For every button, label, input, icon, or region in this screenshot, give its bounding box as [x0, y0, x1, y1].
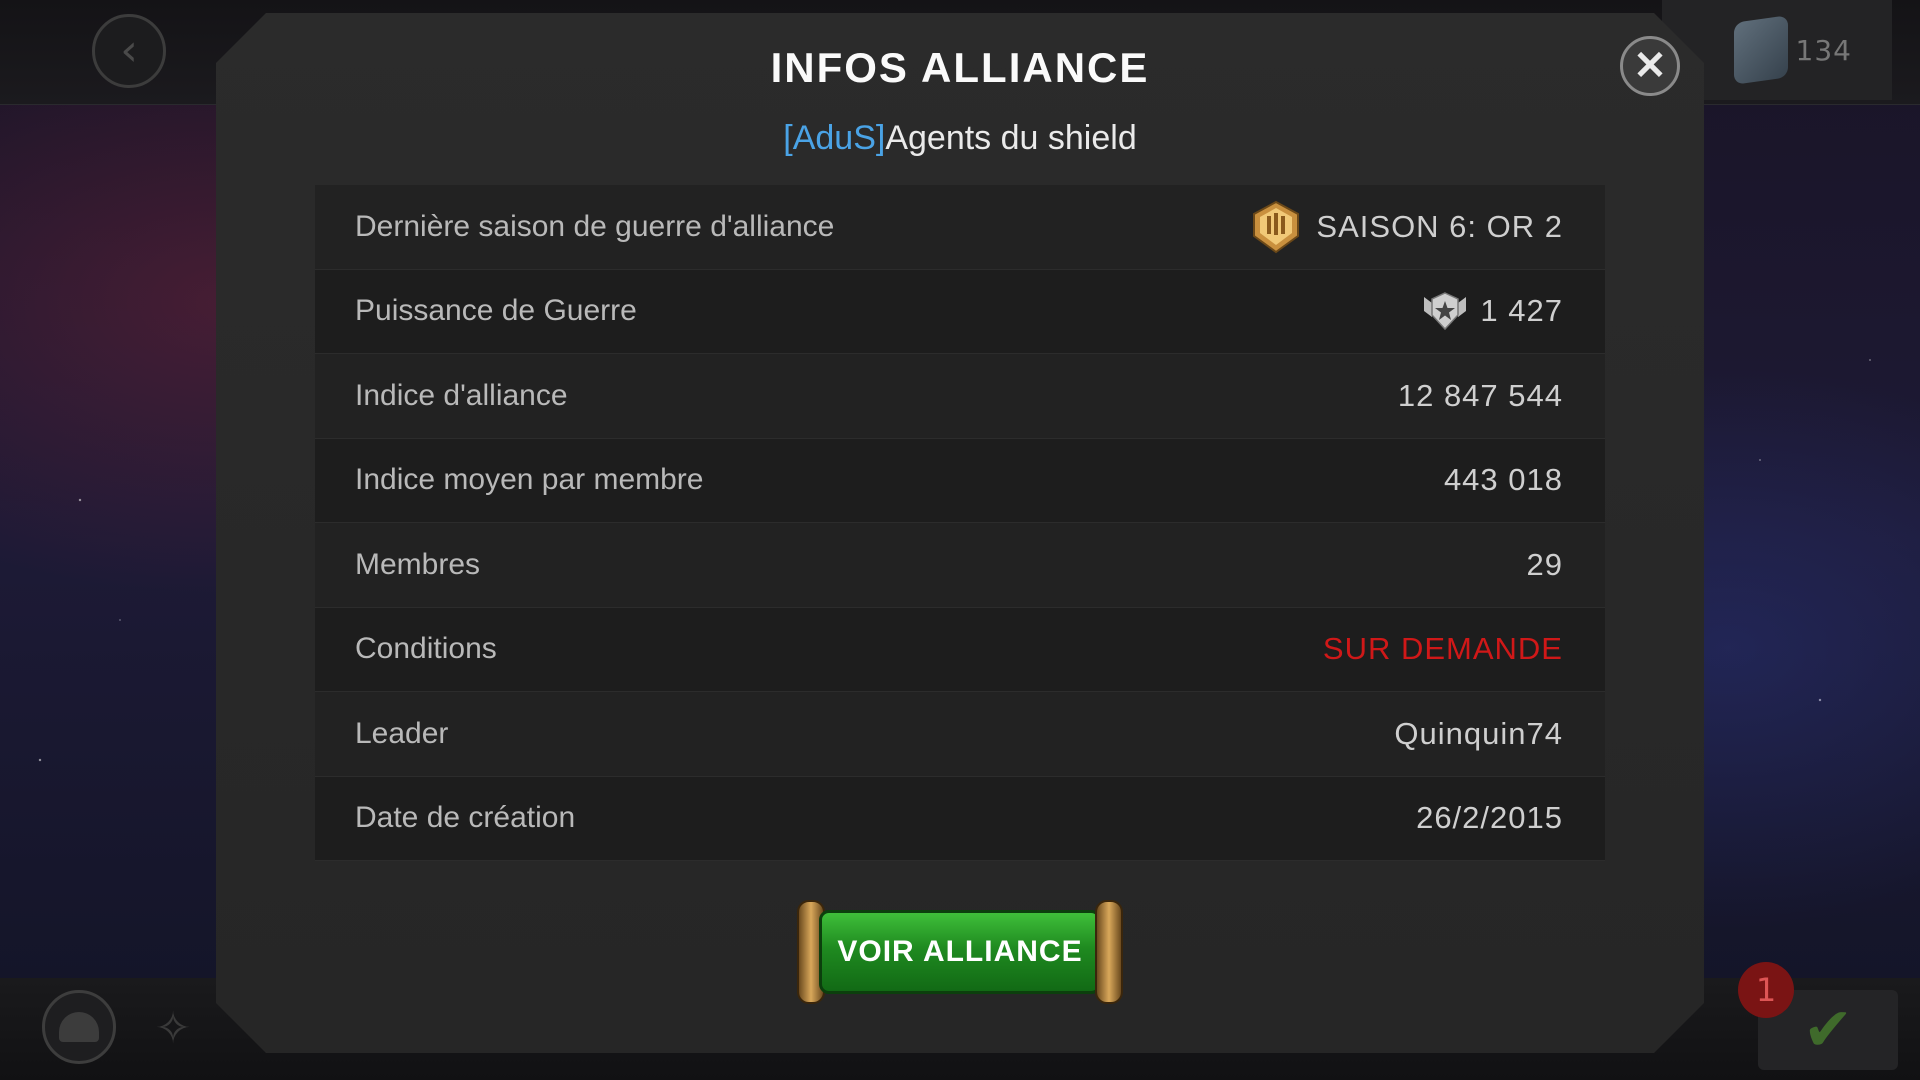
alliance-name: [AduS]Agents du shield: [0, 119, 1920, 158]
wings-icon: ✧: [154, 1002, 192, 1054]
alliance-war-button[interactable]: ✧: [146, 1000, 200, 1056]
row-label: Puissance de Guerre: [355, 294, 637, 328]
row-value: SAISON 6: OR 2: [1248, 199, 1563, 255]
info-row-average-rating: Indice moyen par membre 443 018: [315, 438, 1605, 523]
close-button[interactable]: ✕: [1620, 36, 1680, 96]
season-badge-icon: [1253, 200, 1300, 253]
info-row-alliance-rating: Indice d'alliance 12 847 544: [315, 354, 1605, 439]
row-value: Quinquin74: [1394, 715, 1563, 751]
button-cap-right: [1095, 900, 1123, 1004]
alliance-tag: [AduS]: [783, 119, 886, 157]
info-row-creation-date: Date de création 26/2/2015: [315, 776, 1605, 861]
row-label: Date de création: [355, 801, 576, 835]
season-value: SAISON 6: OR 2: [1316, 208, 1563, 244]
alliance-name-text: Agents du shield: [885, 119, 1137, 157]
info-row-conditions: Conditions SUR DEMANDE: [315, 607, 1605, 692]
row-value: 1 427: [1422, 291, 1563, 331]
view-alliance-label: VOIR ALLIANCE: [819, 910, 1101, 994]
alliance-info-table: Dernière saison de guerre d'alliance SAI…: [315, 185, 1605, 861]
row-value: 26/2/2015: [1416, 800, 1563, 836]
row-label: Dernière saison de guerre d'alliance: [355, 209, 835, 243]
row-label: Indice moyen par membre: [355, 463, 704, 497]
view-alliance-button[interactable]: VOIR ALLIANCE: [797, 900, 1123, 1004]
row-value: 12 847 544: [1397, 377, 1563, 413]
info-row-members: Membres 29: [315, 523, 1605, 608]
alliance-button[interactable]: [42, 990, 116, 1064]
row-value: 443 018: [1443, 462, 1563, 498]
row-label: Leader: [355, 716, 449, 750]
war-rating-icon: [1424, 292, 1467, 331]
row-label: Indice d'alliance: [355, 378, 568, 412]
war-rating-value: 1 427: [1480, 293, 1563, 329]
info-row-war-rating: Puissance de Guerre 1 427: [315, 269, 1605, 354]
notification-badge: 1: [1738, 962, 1794, 1018]
info-row-leader: Leader Quinquin74: [315, 692, 1605, 777]
row-value: 29: [1526, 546, 1563, 582]
info-row-war-season: Dernière saison de guerre d'alliance SAI…: [315, 185, 1605, 270]
row-label: Membres: [355, 547, 481, 581]
close-icon: ✕: [1633, 44, 1667, 88]
checkmark-icon: ✔: [1802, 995, 1854, 1065]
row-value: SUR DEMANDE: [1322, 631, 1563, 667]
row-label: Conditions: [355, 632, 497, 666]
people-icon: [59, 1012, 99, 1042]
